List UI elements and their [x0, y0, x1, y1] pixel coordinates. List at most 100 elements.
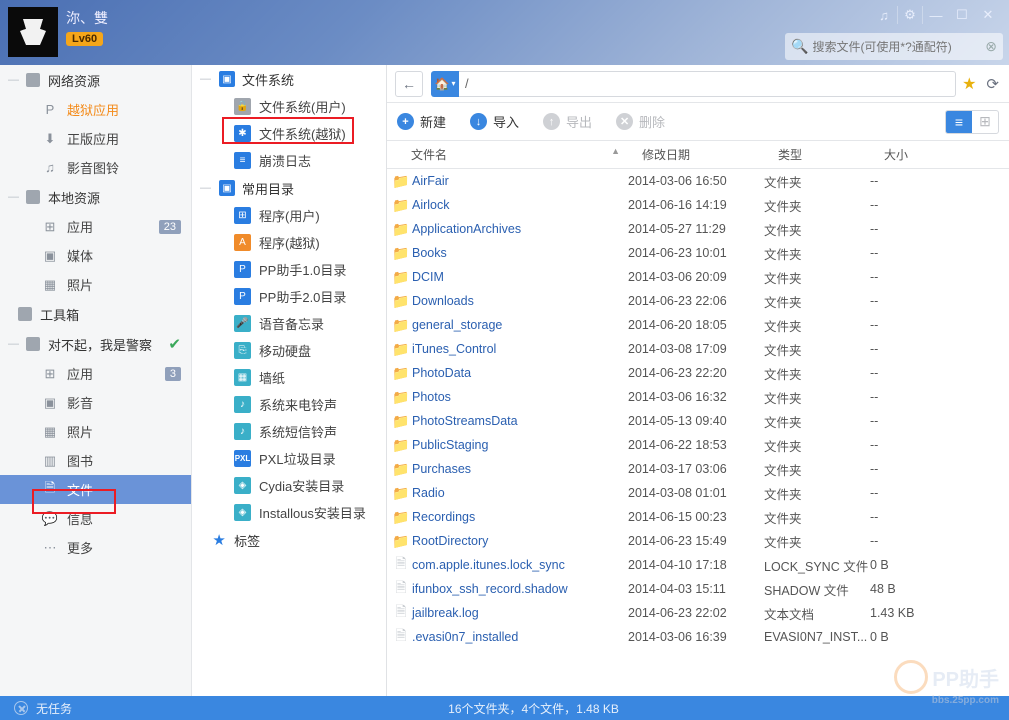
file-row[interactable]: 📁 Airlock 2014-06-16 14:19 文件夹 --	[387, 193, 1009, 217]
grid-view-icon[interactable]: ⊞	[972, 111, 998, 133]
music-icon[interactable]: ♫	[871, 6, 897, 24]
no-task[interactable]: 无任务	[14, 700, 72, 717]
mid-item-common-6[interactable]: ▦ 墙纸	[192, 364, 386, 391]
mid-item-common-5[interactable]: ⎘ 移动硬盘	[192, 337, 386, 364]
item-icon: ⊞	[42, 366, 58, 382]
reload-icon[interactable]: ⟳	[986, 75, 999, 93]
import-button[interactable]: ↓导入	[470, 112, 519, 131]
folder-icon: 📁	[392, 461, 409, 478]
sidebar-item-net-0[interactable]: P 越狱应用	[0, 95, 191, 124]
mid-item-common-3[interactable]: P PP助手2.0目录	[192, 283, 386, 310]
file-row[interactable]: 📁 ApplicationArchives 2014-05-27 11:29 文…	[387, 217, 1009, 241]
file-row[interactable]: 📁 Photos 2014-03-06 16:32 文件夹 --	[387, 385, 1009, 409]
sidebar-item-device-1[interactable]: ▣ 影音	[0, 388, 191, 417]
mid-item-common-1[interactable]: A 程序(越狱)	[192, 229, 386, 256]
avatar[interactable]	[8, 7, 58, 57]
sidebar-item-local-0[interactable]: ⊞ 应用 23	[0, 212, 191, 241]
mid-item-common-4[interactable]: 🎤 语音备忘录	[192, 310, 386, 337]
file-row[interactable]: 📁 PhotoData 2014-06-23 22:20 文件夹 --	[387, 361, 1009, 385]
star-icon: ★	[211, 532, 227, 548]
file-row[interactable]: 📁 PublicStaging 2014-06-22 18:53 文件夹 --	[387, 433, 1009, 457]
mid-group-bookmarks[interactable]: ★ 标签	[192, 526, 386, 554]
mid-item-common-8[interactable]: ♪ 系统短信铃声	[192, 418, 386, 445]
file-row[interactable]: 📁 Downloads 2014-06-23 22:06 文件夹 --	[387, 289, 1009, 313]
sidebar-group-device[interactable]: — 对不起，我是警察 ✔	[0, 329, 191, 359]
mid-item-common-9[interactable]: PXL PXL垃圾目录	[192, 445, 386, 472]
file-date: 2014-06-23 10:01	[628, 246, 764, 260]
mid-item-common-2[interactable]: P PP助手1.0目录	[192, 256, 386, 283]
check-icon: ✔	[168, 335, 181, 353]
sidebar-item-device-4[interactable]: 🗎 文件	[0, 475, 191, 504]
back-button[interactable]: ←	[395, 71, 423, 97]
file-type: SHADOW 文件	[764, 580, 870, 599]
mid-item-fs-0[interactable]: 🔒 文件系统(用户)	[192, 93, 386, 120]
folder-icon: 📁	[392, 245, 409, 262]
sidebar-item-net-1[interactable]: ⬇ 正版应用	[0, 124, 191, 153]
search-input[interactable]	[812, 40, 972, 54]
item-icon: ♪	[234, 423, 251, 440]
mid-group-fs[interactable]: — ▣ 文件系统	[192, 65, 386, 93]
file-row[interactable]: 📁 Purchases 2014-03-17 03:06 文件夹 --	[387, 457, 1009, 481]
file-row[interactable]: 📁 RootDirectory 2014-06-23 15:49 文件夹 --	[387, 529, 1009, 553]
file-date: 2014-06-15 00:23	[628, 510, 764, 524]
sidebar-item-device-2[interactable]: ▦ 照片	[0, 417, 191, 446]
folder-icon: 📁	[392, 485, 409, 502]
sidebar-item-device-5[interactable]: 💬 信息	[0, 504, 191, 533]
sidebar-item-local-2[interactable]: ▦ 照片	[0, 270, 191, 299]
file-row[interactable]: 📁 Books 2014-06-23 10:01 文件夹 --	[387, 241, 1009, 265]
view-switcher[interactable]: ≡ ⊞	[945, 110, 999, 134]
sidebar-item-device-3[interactable]: ▥ 图书	[0, 446, 191, 475]
file-row[interactable]: 📁 PhotoStreamsData 2014-05-13 09:40 文件夹 …	[387, 409, 1009, 433]
mid-item-common-0[interactable]: ⊞ 程序(用户)	[192, 202, 386, 229]
mid-item-fs-1[interactable]: ✱ 文件系统(越狱)	[192, 120, 386, 147]
file-row[interactable]: 📁 iTunes_Control 2014-03-08 17:09 文件夹 --	[387, 337, 1009, 361]
search-bar[interactable]: 🔍 ⊗	[785, 33, 1003, 60]
mid-item-common-10[interactable]: ◈ Cydia安装目录	[192, 472, 386, 499]
sidebar-group-local[interactable]: — 本地资源	[0, 182, 191, 212]
menu-icon[interactable]: ⚙	[897, 6, 923, 24]
col-size[interactable]: 大小	[872, 146, 1009, 163]
file-date: 2014-06-22 18:53	[628, 438, 764, 452]
close-icon[interactable]: ✕	[975, 6, 1001, 24]
file-row[interactable]: 📁 AirFair 2014-03-06 16:50 文件夹 --	[387, 169, 1009, 193]
sidebar-item-device-0[interactable]: ⊞ 应用 3	[0, 359, 191, 388]
plus-icon: +	[397, 113, 414, 130]
mid-item-fs-2[interactable]: ≡ 崩溃日志	[192, 147, 386, 174]
sidebar-item-local-1[interactable]: ▣ 媒体	[0, 241, 191, 270]
delete-button[interactable]: ✕删除	[616, 112, 665, 131]
home-button[interactable]: 🏠▾	[431, 71, 459, 97]
item-icon: P	[234, 261, 251, 278]
mid-item-common-11[interactable]: ◈ Installous安装目录	[192, 499, 386, 526]
file-name: iTunes_Control	[410, 342, 628, 356]
new-button[interactable]: +新建	[397, 112, 446, 131]
favorite-icon[interactable]: ★	[962, 74, 976, 94]
file-row[interactable]: 📁 Recordings 2014-06-15 00:23 文件夹 --	[387, 505, 1009, 529]
sidebar-item-net-2[interactable]: ♫ 影音图铃	[0, 153, 191, 182]
maximize-icon[interactable]: ☐	[949, 6, 975, 24]
file-row[interactable]: 📁 DCIM 2014-03-06 20:09 文件夹 --	[387, 265, 1009, 289]
file-size: --	[870, 462, 1009, 476]
file-row[interactable]: 🗎 jailbreak.log 2014-06-23 22:02 文本文档 1.…	[387, 601, 1009, 625]
mid-item-common-7[interactable]: ♪ 系统来电铃声	[192, 391, 386, 418]
path-field[interactable]: /	[459, 71, 956, 97]
mid-group-common[interactable]: — ▣ 常用目录	[192, 174, 386, 202]
sidebar-item-device-6[interactable]: ⋯ 更多	[0, 533, 191, 562]
sidebar-group-net[interactable]: — 网络资源	[0, 65, 191, 95]
list-view-icon[interactable]: ≡	[946, 111, 972, 133]
clear-icon[interactable]: ⊗	[985, 38, 997, 55]
file-size: --	[870, 318, 1009, 332]
file-row[interactable]: 🗎 ifunbox_ssh_record.shadow 2014-04-03 1…	[387, 577, 1009, 601]
col-type[interactable]: 类型	[766, 146, 872, 163]
col-name[interactable]: 文件名▲	[387, 146, 630, 163]
sidebar-group-tools[interactable]: 工具箱	[0, 299, 191, 329]
device-icon	[26, 73, 40, 87]
file-size: --	[870, 294, 1009, 308]
file-row[interactable]: 📁 general_storage 2014-06-20 18:05 文件夹 -…	[387, 313, 1009, 337]
file-row[interactable]: 🗎 .evasi0n7_installed 2014-03-06 16:39 E…	[387, 625, 1009, 649]
col-date[interactable]: 修改日期	[630, 146, 766, 163]
minimize-icon[interactable]: —	[923, 6, 949, 24]
file-row[interactable]: 📁 Radio 2014-03-08 01:01 文件夹 --	[387, 481, 1009, 505]
file-row[interactable]: 🗎 com.apple.itunes.lock_sync 2014-04-10 …	[387, 553, 1009, 577]
item-icon: 🗎	[42, 482, 58, 498]
export-button[interactable]: ↑导出	[543, 112, 592, 131]
